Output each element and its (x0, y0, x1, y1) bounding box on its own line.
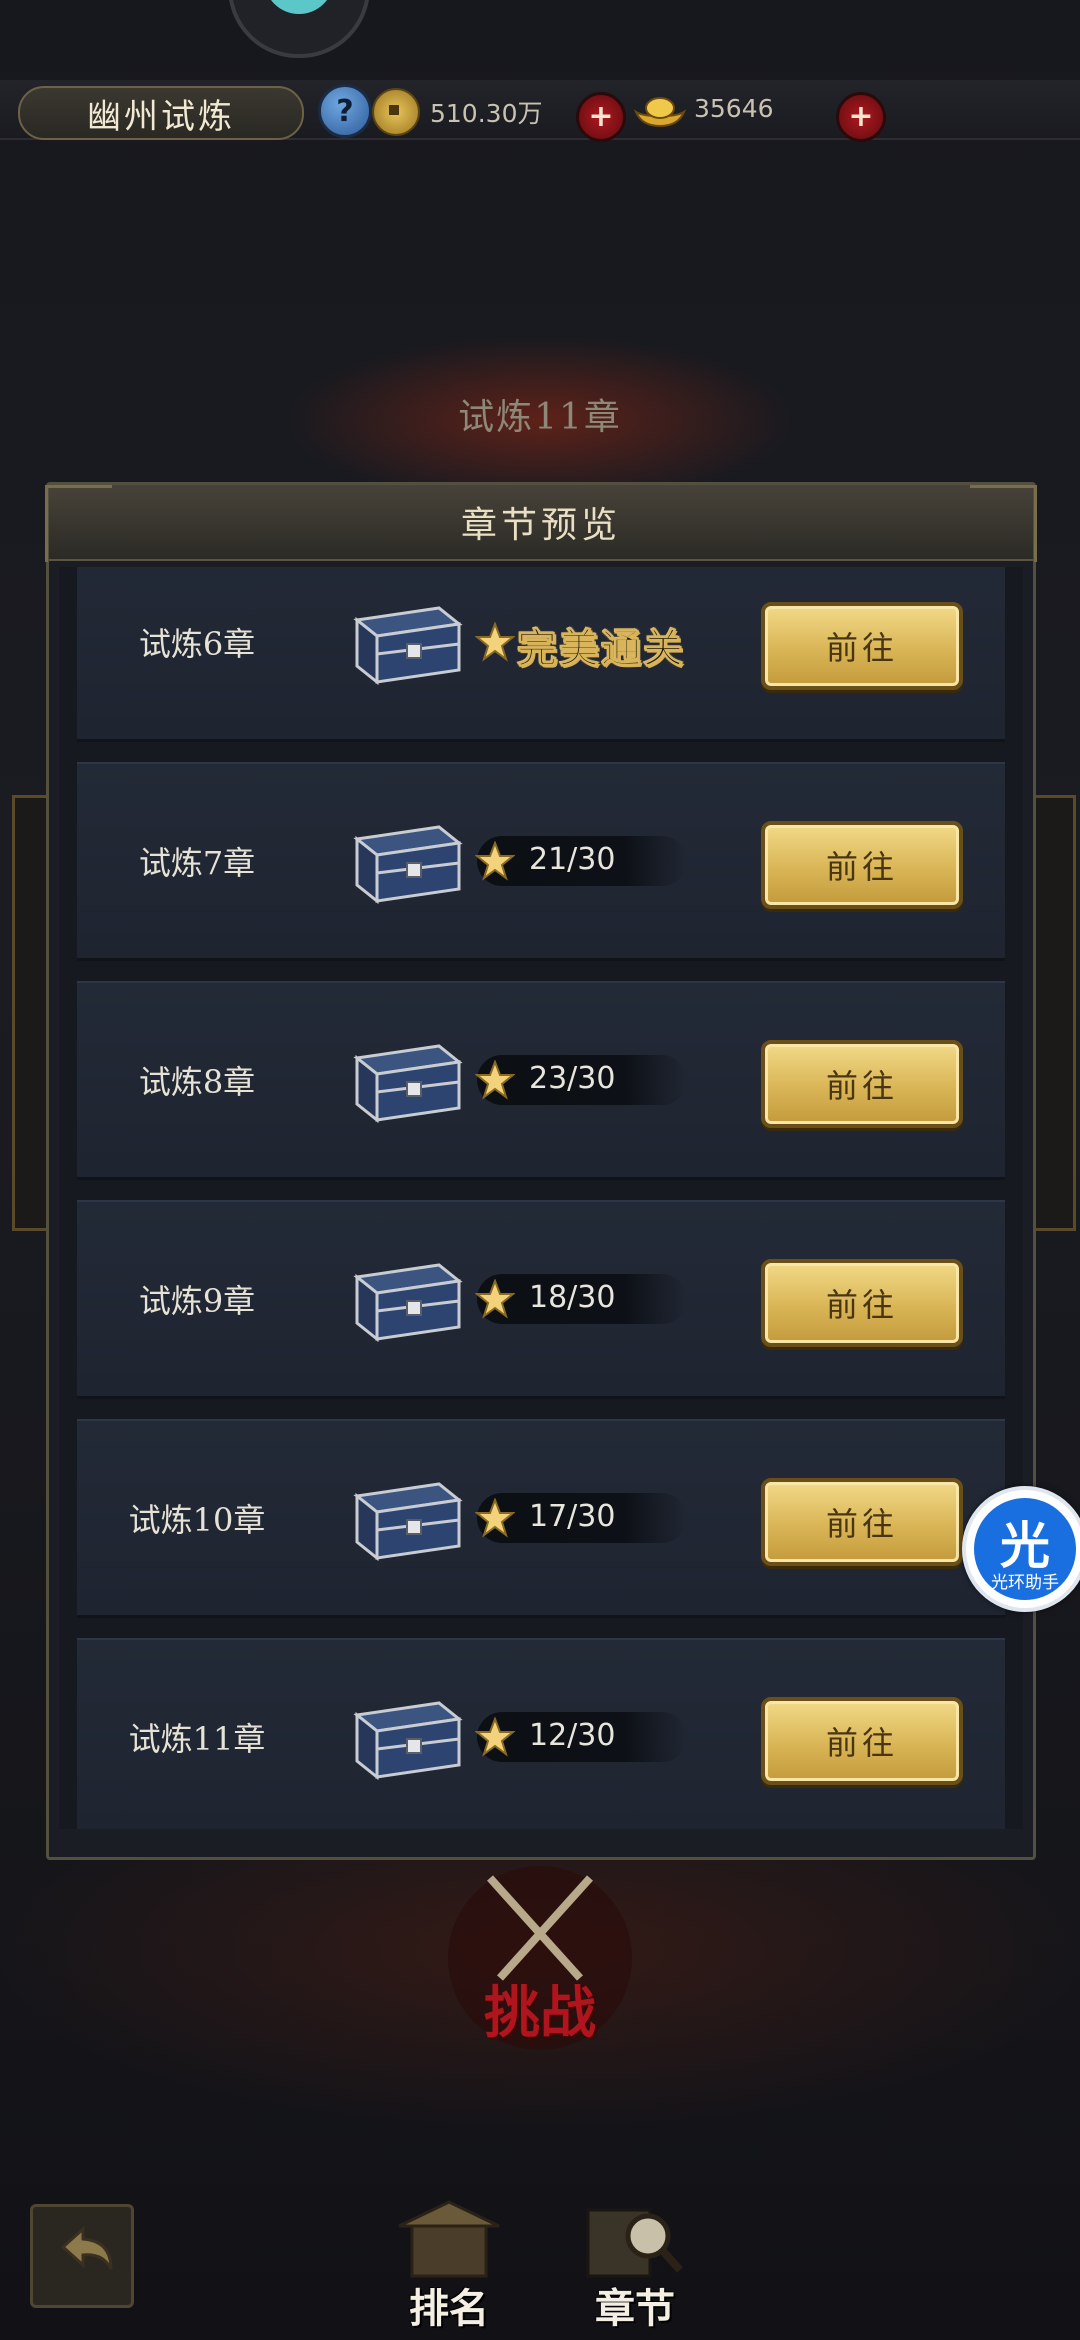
dialog-corner-ornament-left (45, 485, 112, 562)
ranking-button[interactable]: 排名 (384, 2196, 514, 2336)
treasure-chest-icon[interactable] (351, 817, 463, 905)
chapter-row: 试炼7章 21/30 前往 (77, 762, 1005, 961)
add-gold-button[interactable]: + (836, 92, 886, 142)
chapter-row: 试炼9章 18/30 前往 (77, 1200, 1005, 1399)
chapter-row: 试炼11章 12/30 前往 (77, 1638, 1005, 1829)
chapter-label: 试炼9章 (138, 1282, 256, 1320)
assistant-floating-button[interactable]: 光 光环助手 (962, 1486, 1080, 1612)
perfect-clear-badge: 完美通关 (517, 625, 685, 673)
go-to-chapter-button[interactable]: 前往 (761, 821, 963, 909)
assistant-logo-icon: 光 光环助手 (974, 1498, 1076, 1600)
add-coins-button[interactable]: + (576, 92, 626, 142)
treasure-chest-icon[interactable] (351, 1693, 463, 1781)
coin-amount: 510.30万 (430, 99, 543, 128)
chapter-label: 试炼8章 (138, 1063, 256, 1101)
chapter-label: 试炼11章 (128, 1720, 266, 1758)
chapter-button[interactable]: 章节 (570, 2196, 700, 2336)
challenge-label: 挑战 (484, 1980, 596, 2046)
star-progress: 17/30 (529, 1499, 616, 1534)
chapter-list[interactable]: 试炼6章 完美通关 前往 试炼7章 21/30 前往 试炼8章 23/30 前往 试炼9章 18/3… (59, 567, 1023, 1829)
star-icon (475, 622, 515, 662)
chapter-row: 试炼8章 23/30 前往 (77, 981, 1005, 1180)
star-icon (475, 1498, 515, 1538)
magnifier-book-icon (586, 2208, 683, 2278)
treasure-chest-icon[interactable] (351, 598, 463, 686)
star-progress: 18/30 (529, 1280, 616, 1315)
pavilion-icon (398, 2200, 500, 2278)
assistant-label: 光环助手 (991, 1573, 1059, 1593)
star-icon (475, 841, 515, 881)
go-to-chapter-button[interactable]: 前往 (761, 1259, 963, 1347)
gold-ingot-icon (633, 97, 687, 128)
chapter-row: 试炼6章 完美通关 前往 (77, 567, 1005, 742)
chapter-label: 试炼7章 (138, 844, 256, 882)
chapter-label: 试炼10章 (128, 1501, 266, 1539)
help-button[interactable]: ? (318, 84, 372, 138)
back-arrow-icon (60, 2225, 113, 2270)
dialog-title: 章节预览 (49, 485, 1033, 561)
copper-coin-icon (372, 88, 420, 136)
back-button[interactable] (30, 2204, 134, 2308)
treasure-chest-icon[interactable] (351, 1474, 463, 1562)
star-progress: 21/30 (529, 842, 616, 877)
go-to-chapter-button[interactable]: 前往 (761, 1040, 963, 1128)
go-to-chapter-button[interactable]: 前往 (761, 1697, 963, 1785)
chapter-row: 试炼10章 17/30 前往 (77, 1419, 1005, 1618)
star-icon (475, 1717, 515, 1757)
treasure-chest-icon[interactable] (351, 1036, 463, 1124)
background-frame-right (1033, 795, 1076, 1231)
page-title: 幽州试炼 (18, 86, 304, 140)
go-to-chapter-button[interactable]: 前往 (761, 1478, 963, 1566)
chapter-preview-dialog: 章节预览 试炼6章 完美通关 前往 试炼7章 21/30 前往 试炼8章 23/30 前往 试炼9… (45, 482, 1037, 1860)
challenge-button[interactable]: 挑战 (420, 1858, 660, 2058)
star-progress: 12/30 (529, 1718, 616, 1753)
chapter-label: 试炼6章 (138, 625, 256, 663)
chapter-label: 章节 (595, 2285, 675, 2332)
star-icon (475, 1060, 515, 1100)
avatar-creature-icon (264, 0, 334, 14)
gold-amount: 35646 (694, 94, 774, 123)
star-progress: 23/30 (529, 1061, 616, 1096)
go-to-chapter-button[interactable]: 前往 (761, 602, 963, 690)
star-icon (475, 1279, 515, 1319)
current-chapter-title: 试炼11章 (458, 397, 622, 438)
treasure-chest-icon[interactable] (351, 1255, 463, 1343)
ranking-label: 排名 (409, 2285, 489, 2332)
dialog-corner-ornament-right (970, 485, 1037, 562)
